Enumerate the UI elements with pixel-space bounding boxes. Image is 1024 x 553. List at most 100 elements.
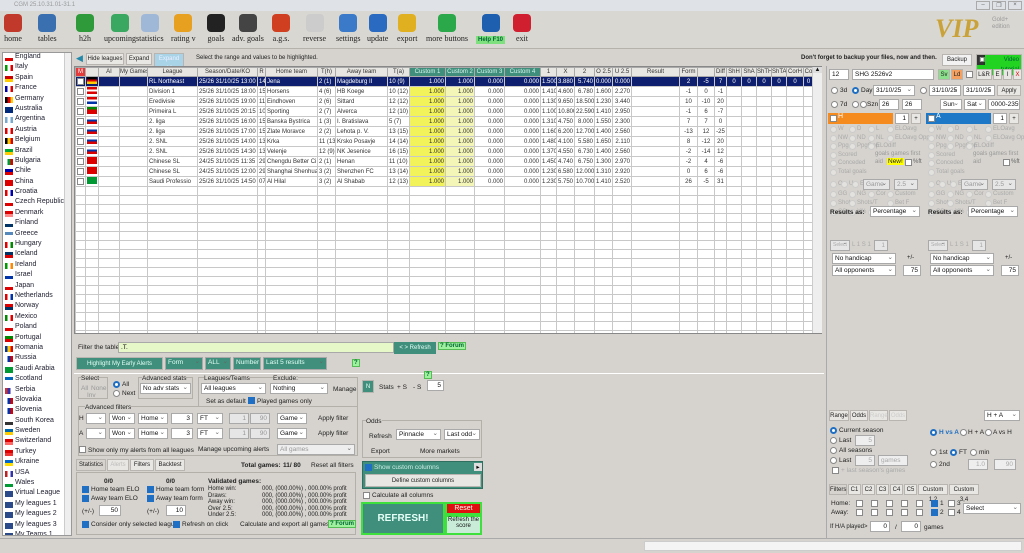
filter-3-checkbox[interactable]: [948, 500, 955, 507]
panel-toggle-icon[interactable]: ▸: [474, 463, 482, 471]
ou-radio[interactable]: [830, 181, 837, 188]
date-select[interactable]: 31/10/25: [873, 85, 915, 96]
filter-condition-select[interactable]: [86, 413, 106, 424]
table-row[interactable]: Saudi Professio 25/26 31/10/25 14:50 07 Al …: [75, 176, 814, 187]
filter-tab[interactable]: C5: [904, 484, 917, 495]
home-filter-checkbox[interactable]: [856, 500, 863, 507]
number-field[interactable]: Number: [233, 357, 261, 370]
row-checkbox[interactable]: [77, 87, 84, 95]
stat-radio[interactable]: [849, 191, 856, 198]
row-checkbox[interactable]: [77, 97, 84, 105]
country-item[interactable]: Japan: [3, 282, 71, 292]
radio-all[interactable]: [113, 381, 120, 388]
toolbar-button-rating-v[interactable]: rating v: [171, 14, 196, 43]
elo-spinner[interactable]: 50: [99, 505, 121, 516]
stat-radio[interactable]: [966, 191, 973, 198]
away-filter-checkbox[interactable]: [916, 509, 923, 516]
country-item[interactable]: Ireland: [3, 261, 71, 271]
country-item[interactable]: South Korea: [3, 417, 71, 427]
country-item[interactable]: Ukraine: [3, 458, 71, 468]
away-count-spinner[interactable]: 1: [993, 113, 1007, 124]
toolbar-button-settings[interactable]: settings: [336, 14, 360, 43]
pct-ft-checkbox[interactable]: [1003, 159, 1010, 166]
tab-alerts[interactable]: Alerts: [107, 459, 129, 471]
highlight-alerts-button[interactable]: Highlight My Early Alerts: [76, 357, 163, 370]
last-games-spinner[interactable]: 5: [855, 455, 875, 466]
refresh-on-click-checkbox[interactable]: [173, 521, 180, 528]
plus-s-label[interactable]: + S: [397, 384, 407, 391]
country-item[interactable]: Scotland: [3, 375, 71, 385]
radio-last[interactable]: [830, 437, 837, 444]
country-item[interactable]: Finland: [3, 219, 71, 229]
toolbar-button-a-g-s-[interactable]: a.g.s.: [272, 14, 290, 43]
calculate-export-button[interactable]: Calculate and export all games: [240, 521, 329, 528]
away-checkbox[interactable]: [928, 115, 935, 122]
stat-radio[interactable]: [849, 200, 856, 207]
apply-dates-button[interactable]: Apply: [997, 85, 1021, 96]
radio-min[interactable]: [970, 449, 977, 456]
country-item[interactable]: My leagues 2: [3, 510, 71, 520]
stat-radio[interactable]: [830, 134, 837, 142]
tab-backtest[interactable]: Backtest: [155, 459, 185, 471]
radio-h-plus-a[interactable]: [960, 429, 967, 436]
country-item[interactable]: Poland: [3, 323, 71, 333]
filter-to-field[interactable]: 90: [250, 428, 270, 439]
stat-radio[interactable]: [928, 191, 935, 198]
opponents-select[interactable]: All opponents: [832, 265, 896, 276]
stat-radio[interactable]: [849, 126, 856, 133]
country-item[interactable]: Russia: [3, 354, 71, 364]
country-item[interactable]: Belgium: [3, 136, 71, 146]
column-header[interactable]: Custom 2: [445, 67, 475, 77]
column-header[interactable]: O 2.5: [594, 67, 613, 77]
refresh-button[interactable]: REFRESH!: [361, 502, 445, 535]
minute-from-spinner[interactable]: 1.0: [968, 459, 988, 470]
filter-unit-field[interactable]: Game: [277, 413, 307, 424]
select-invert-button[interactable]: Inv: [87, 392, 96, 399]
filter-period-field[interactable]: FT: [197, 413, 223, 424]
results-as-select[interactable]: Percentage: [870, 206, 920, 217]
home-elo-checkbox[interactable]: [82, 486, 89, 493]
toolbar-button-upcoming[interactable]: upcoming: [104, 14, 136, 43]
away-filter-checkbox[interactable]: [901, 509, 908, 516]
all-select[interactable]: ALL: [205, 357, 231, 370]
toolbar-button-h2h[interactable]: h2h: [76, 14, 94, 43]
home-filter-checkbox[interactable]: [871, 500, 878, 507]
profile-name-input[interactable]: SHG 2526v2: [852, 69, 934, 80]
stat-radio[interactable]: [928, 134, 935, 142]
toolbar-button-tables[interactable]: tables: [38, 14, 57, 43]
column-header[interactable]: 1: [540, 67, 557, 77]
country-item[interactable]: Greece: [3, 230, 71, 240]
game-select[interactable]: Game: [863, 179, 890, 190]
away-filter-checkbox[interactable]: [886, 509, 893, 516]
table-row[interactable]: Chinese SL 24/25 31/10/25 11:35 29 Chengdu …: [75, 156, 814, 167]
column-header[interactable]: Form: [679, 67, 698, 77]
filter-2-checkbox[interactable]: [931, 509, 938, 516]
close-button[interactable]: ×: [1008, 1, 1022, 10]
filter-result-field[interactable]: Won: [109, 428, 135, 439]
row-checkbox[interactable]: [77, 117, 84, 125]
column-header[interactable]: AI: [98, 67, 120, 77]
country-item[interactable]: Denmark: [3, 209, 71, 219]
row-checkbox[interactable]: [77, 127, 84, 135]
toolbar-button-export[interactable]: export: [397, 14, 417, 43]
show-only-alerts-checkbox[interactable]: [79, 446, 86, 453]
column-header[interactable]: U 2.5: [612, 67, 632, 77]
expand-button[interactable]: Expand: [126, 53, 152, 65]
filter-condition-select[interactable]: [86, 428, 106, 439]
profile-checkbox[interactable]: [966, 71, 973, 78]
table-row[interactable]: 2. liga 25/26 31/10/25 16:00 15 Banska Byst…: [75, 116, 814, 127]
radio-season-2[interactable]: [860, 101, 867, 108]
country-item[interactable]: Turkey: [3, 448, 71, 458]
select-dropdown[interactable]: Select: [830, 240, 850, 251]
game-select[interactable]: Game: [961, 179, 988, 190]
line-select[interactable]: 2.5: [894, 179, 918, 190]
table-row[interactable]: Primeira L 25/26 31/10/25 20:15 10 Sporting…: [75, 106, 814, 117]
reset-all-filters-button[interactable]: Reset all filters: [311, 462, 354, 469]
day-from-select[interactable]: Sun: [940, 99, 962, 110]
tab-filters[interactable]: Filters: [130, 459, 154, 471]
opponents-select[interactable]: All opponents: [930, 265, 994, 276]
handicap-select[interactable]: No handicap: [930, 253, 994, 264]
country-item[interactable]: Iceland: [3, 250, 71, 260]
country-item[interactable]: Bulgaria: [3, 157, 71, 167]
filter-to-field[interactable]: 90: [250, 413, 270, 424]
